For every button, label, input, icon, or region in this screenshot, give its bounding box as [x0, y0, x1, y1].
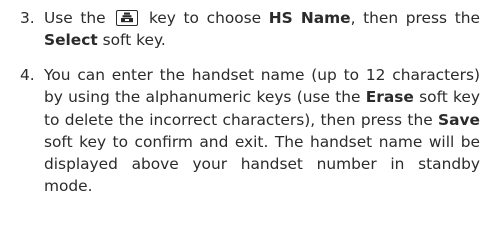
step-4: 4. You can enter the handset name (up to… — [20, 64, 480, 198]
step-number: 3. — [20, 9, 35, 27]
step-number: 4. — [20, 66, 35, 84]
step-text: You can enter the handset name (up to 12… — [44, 66, 480, 196]
step-3: 3. Use the key to choose HS Name, then p… — [20, 7, 480, 52]
phonebook-key-icon — [116, 10, 139, 26]
step-text: Use the key to choose HS Name, then pres… — [44, 9, 480, 50]
